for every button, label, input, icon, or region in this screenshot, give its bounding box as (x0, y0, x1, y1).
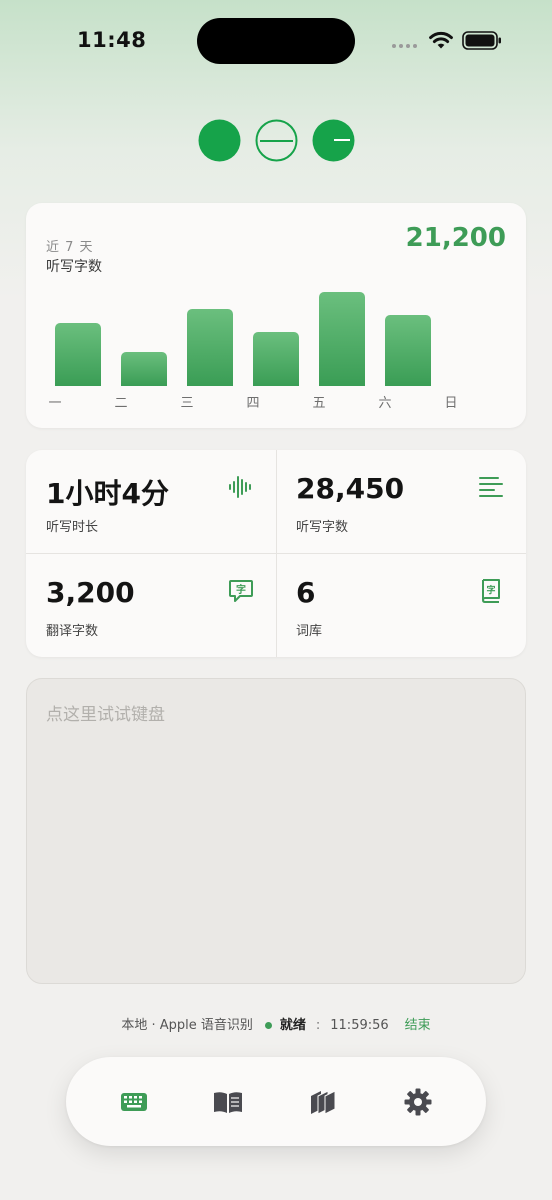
stat-label: 翻译字数 (46, 624, 99, 639)
stat-lexicon[interactable]: 6 词库 字 (276, 554, 526, 657)
chart-day-label: 二 (114, 396, 128, 411)
logo-dot-filled-icon (198, 119, 241, 162)
weekly-chart-card[interactable]: 近 7 天 听写字数 21,200 一二三四五六日 (26, 203, 526, 428)
status-bar: 11:48 (0, 0, 552, 80)
stat-translated[interactable]: 3,200 翻译字数 字 (26, 554, 276, 657)
end-button[interactable]: 结束 (405, 1018, 431, 1033)
logo-dot-outline-icon (255, 119, 298, 162)
svg-text:字: 字 (236, 583, 246, 596)
status-dot-icon (264, 1021, 272, 1029)
stat-label: 听写时长 (46, 520, 99, 535)
dynamic-island (197, 18, 355, 64)
stat-value: 1小时4分 (46, 477, 169, 510)
tab-dictionary[interactable] (213, 1087, 243, 1117)
book-icon: 字 (482, 579, 500, 603)
chart-day-label: 一 (48, 396, 62, 411)
chart-bar (55, 323, 101, 386)
chart-bar (187, 309, 233, 386)
input-placeholder: 点这里试试键盘 (46, 705, 165, 725)
stat-value: 28,450 (296, 472, 405, 505)
stat-characters[interactable]: 28,450 听写字数 (276, 450, 526, 553)
signal-icon (392, 44, 417, 48)
battery-icon (462, 31, 501, 50)
tab-layers[interactable] (309, 1087, 339, 1117)
stat-value: 3,200 (46, 576, 135, 609)
tab-settings[interactable] (403, 1087, 433, 1117)
chart-day-label: 日 (444, 396, 458, 411)
tab-keyboard[interactable] (119, 1087, 149, 1117)
stat-duration[interactable]: 1小时4分 听写时长 (26, 450, 276, 553)
tab-bar (66, 1057, 486, 1146)
text-lines-icon (479, 477, 503, 497)
svg-text:字: 字 (486, 584, 495, 596)
stat-value: 6 (296, 576, 316, 609)
engine-status: 本地 · Apple 语音识别 就绪:11:59:56 结束 (0, 1014, 552, 1033)
chart-bar (385, 315, 431, 386)
stat-label: 听写字数 (296, 520, 349, 535)
keyboard-icon (121, 1093, 147, 1111)
chart-day-label: 六 (378, 396, 392, 411)
layers-icon (311, 1090, 336, 1115)
logo-dot-half-icon (312, 119, 355, 162)
book-open-icon (214, 1092, 242, 1113)
stat-label: 词库 (296, 624, 323, 639)
translate-bubble-icon: 字 (229, 580, 253, 602)
chart-day-label: 四 (246, 396, 260, 411)
engine-source: 本地 · Apple 语音识别 (121, 1018, 253, 1033)
chart-day-label: 五 (312, 396, 326, 411)
keyboard-test-input[interactable]: 点这里试试键盘 (26, 678, 526, 984)
chart-bar (121, 352, 167, 386)
waveform-icon (229, 476, 251, 498)
bar-chart: 一二三四五六日 (26, 203, 526, 428)
status-separator: : (315, 1018, 321, 1033)
chart-day-label: 三 (180, 396, 194, 411)
engine-state: 就绪 (279, 1018, 306, 1033)
gear-icon (404, 1088, 432, 1116)
chart-bar (319, 292, 365, 386)
app-logo (198, 119, 355, 162)
stats-card: 1小时4分 听写时长 28,450 听写字数 3,200 翻译字数 字 6 词库 (26, 450, 526, 657)
chart-bar (253, 332, 299, 386)
status-time: 11:48 (77, 28, 147, 52)
engine-time: 11:59:56 (330, 1018, 389, 1033)
wifi-icon (429, 31, 453, 49)
